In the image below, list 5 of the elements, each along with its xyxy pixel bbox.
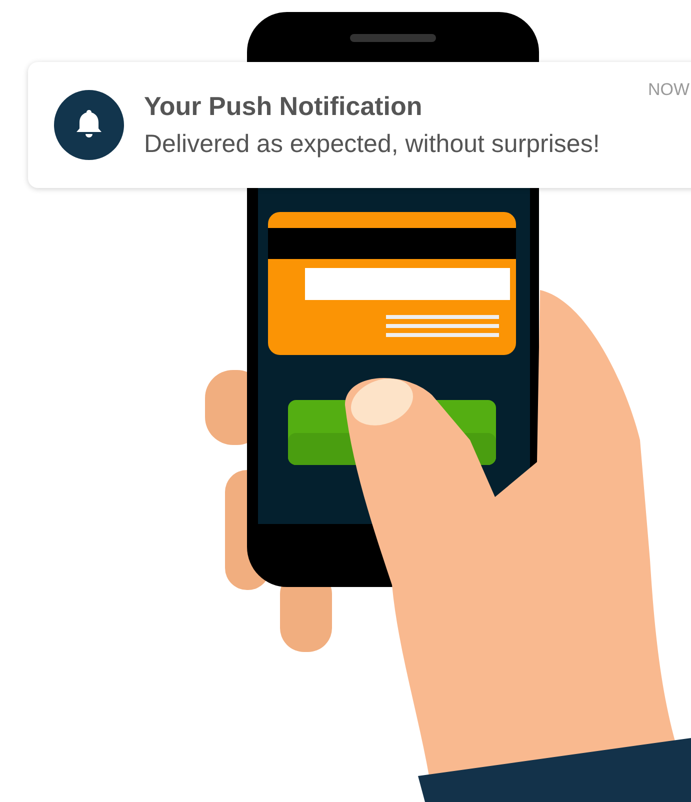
notification-time: NOW	[648, 80, 690, 100]
notification-message: Delivered as expected, without surprises!	[144, 130, 600, 159]
bell-icon	[54, 90, 124, 160]
notification-card[interactable]: Your Push Notification Delivered as expected, without surprises! NOW	[28, 62, 691, 188]
notification-title: Your Push Notification	[144, 91, 424, 122]
